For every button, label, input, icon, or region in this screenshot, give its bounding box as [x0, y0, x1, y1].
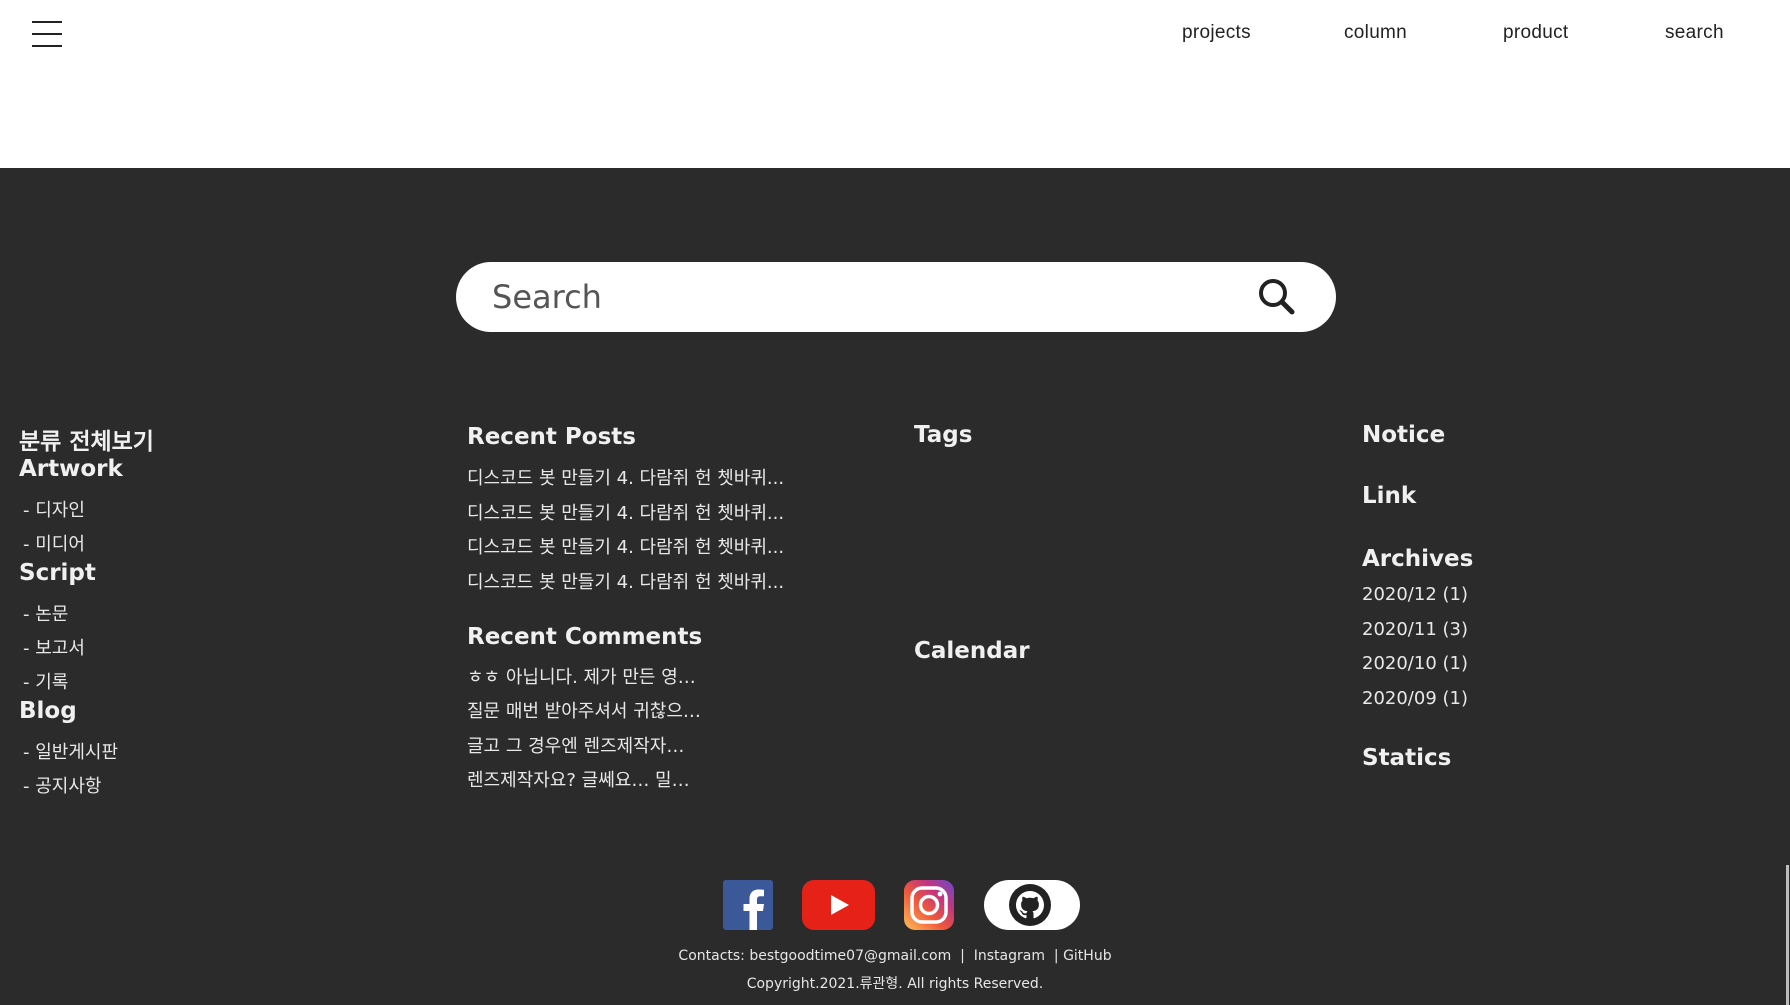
recent-comment-link[interactable]: 렌즈제작자요? 글쎄요… 밀… — [467, 766, 690, 792]
recent-post-link[interactable]: 디스코드 봇 만들기 4. 다람쥐 헌 쳇바퀴... — [467, 464, 784, 490]
nav-search[interactable]: search — [1665, 22, 1724, 44]
statics-title: Statics — [1362, 745, 1452, 771]
archive-link[interactable]: 2020/10 (1) — [1362, 653, 1468, 674]
archive-link[interactable]: 2020/12 (1) — [1362, 584, 1468, 605]
category-item[interactable]: - 기록 — [23, 668, 68, 694]
category-item[interactable]: - 미디어 — [23, 530, 85, 556]
archive-link[interactable]: 2020/09 (1) — [1362, 688, 1468, 709]
category-all-title[interactable]: 분류 전체보기 — [19, 422, 154, 456]
scrollbar[interactable] — [1786, 865, 1789, 1005]
search-icon[interactable] — [1256, 276, 1298, 318]
nav-product[interactable]: product — [1503, 22, 1568, 44]
recent-comment-link[interactable]: 글고 그 경우엔 렌즈제작자… — [467, 732, 684, 758]
separator: | — [960, 948, 965, 964]
recent-comment-link[interactable]: 질문 매번 받아주셔서 귀찮으… — [467, 697, 701, 723]
archive-link[interactable]: 2020/11 (3) — [1362, 619, 1468, 640]
category-script[interactable]: Script — [19, 560, 96, 586]
nav-projects[interactable]: projects — [1182, 22, 1251, 44]
archives-title: Archives — [1362, 546, 1474, 572]
github-icon[interactable] — [984, 880, 1080, 930]
contacts-line: Contacts: bestgoodtime07@gmail.com | Ins… — [0, 948, 1790, 964]
recent-post-link[interactable]: 디스코드 봇 만들기 4. 다람쥐 헌 쳇바퀴... — [467, 533, 784, 559]
link-title: Link — [1362, 483, 1417, 509]
category-item[interactable]: - 논문 — [23, 600, 68, 626]
site-header: projects column product search — [0, 0, 1790, 168]
separator: | — [1053, 948, 1059, 964]
category-item[interactable]: - 디자인 — [23, 496, 85, 522]
category-artwork[interactable]: Artwork — [19, 456, 123, 482]
facebook-icon[interactable] — [723, 880, 773, 930]
search-bar — [456, 262, 1336, 332]
search-input[interactable] — [492, 274, 1212, 320]
contacts-email[interactable]: Contacts: bestgoodtime07@gmail.com — [678, 948, 951, 964]
main-nav: projects column product search — [0, 22, 1790, 50]
youtube-icon[interactable] — [802, 880, 875, 930]
recent-post-link[interactable]: 디스코드 봇 만들기 4. 다람쥐 헌 쳇바퀴... — [467, 568, 784, 594]
notice-title: Notice — [1362, 422, 1446, 448]
category-item[interactable]: - 보고서 — [23, 634, 85, 660]
calendar-title: Calendar — [914, 638, 1030, 664]
tags-title: Tags — [914, 422, 973, 448]
category-item[interactable]: - 일반게시판 — [23, 738, 118, 764]
nav-column[interactable]: column — [1344, 22, 1407, 44]
instagram-link[interactable]: Instagram — [974, 948, 1045, 964]
category-blog[interactable]: Blog — [19, 698, 77, 724]
github-link[interactable]: GitHub — [1063, 948, 1112, 964]
category-item[interactable]: - 공지사항 — [23, 772, 101, 798]
copyright-text: Copyright.2021.류관형. All rights Reserved. — [746, 976, 1044, 992]
recent-comments-title: Recent Comments — [467, 624, 703, 650]
recent-posts-title: Recent Posts — [467, 424, 636, 450]
instagram-icon[interactable] — [904, 880, 954, 930]
recent-comment-link[interactable]: ㅎㅎ 아닙니다. 제가 만든 영… — [467, 663, 696, 689]
recent-post-link[interactable]: 디스코드 봇 만들기 4. 다람쥐 헌 쳇바퀴... — [467, 499, 784, 525]
